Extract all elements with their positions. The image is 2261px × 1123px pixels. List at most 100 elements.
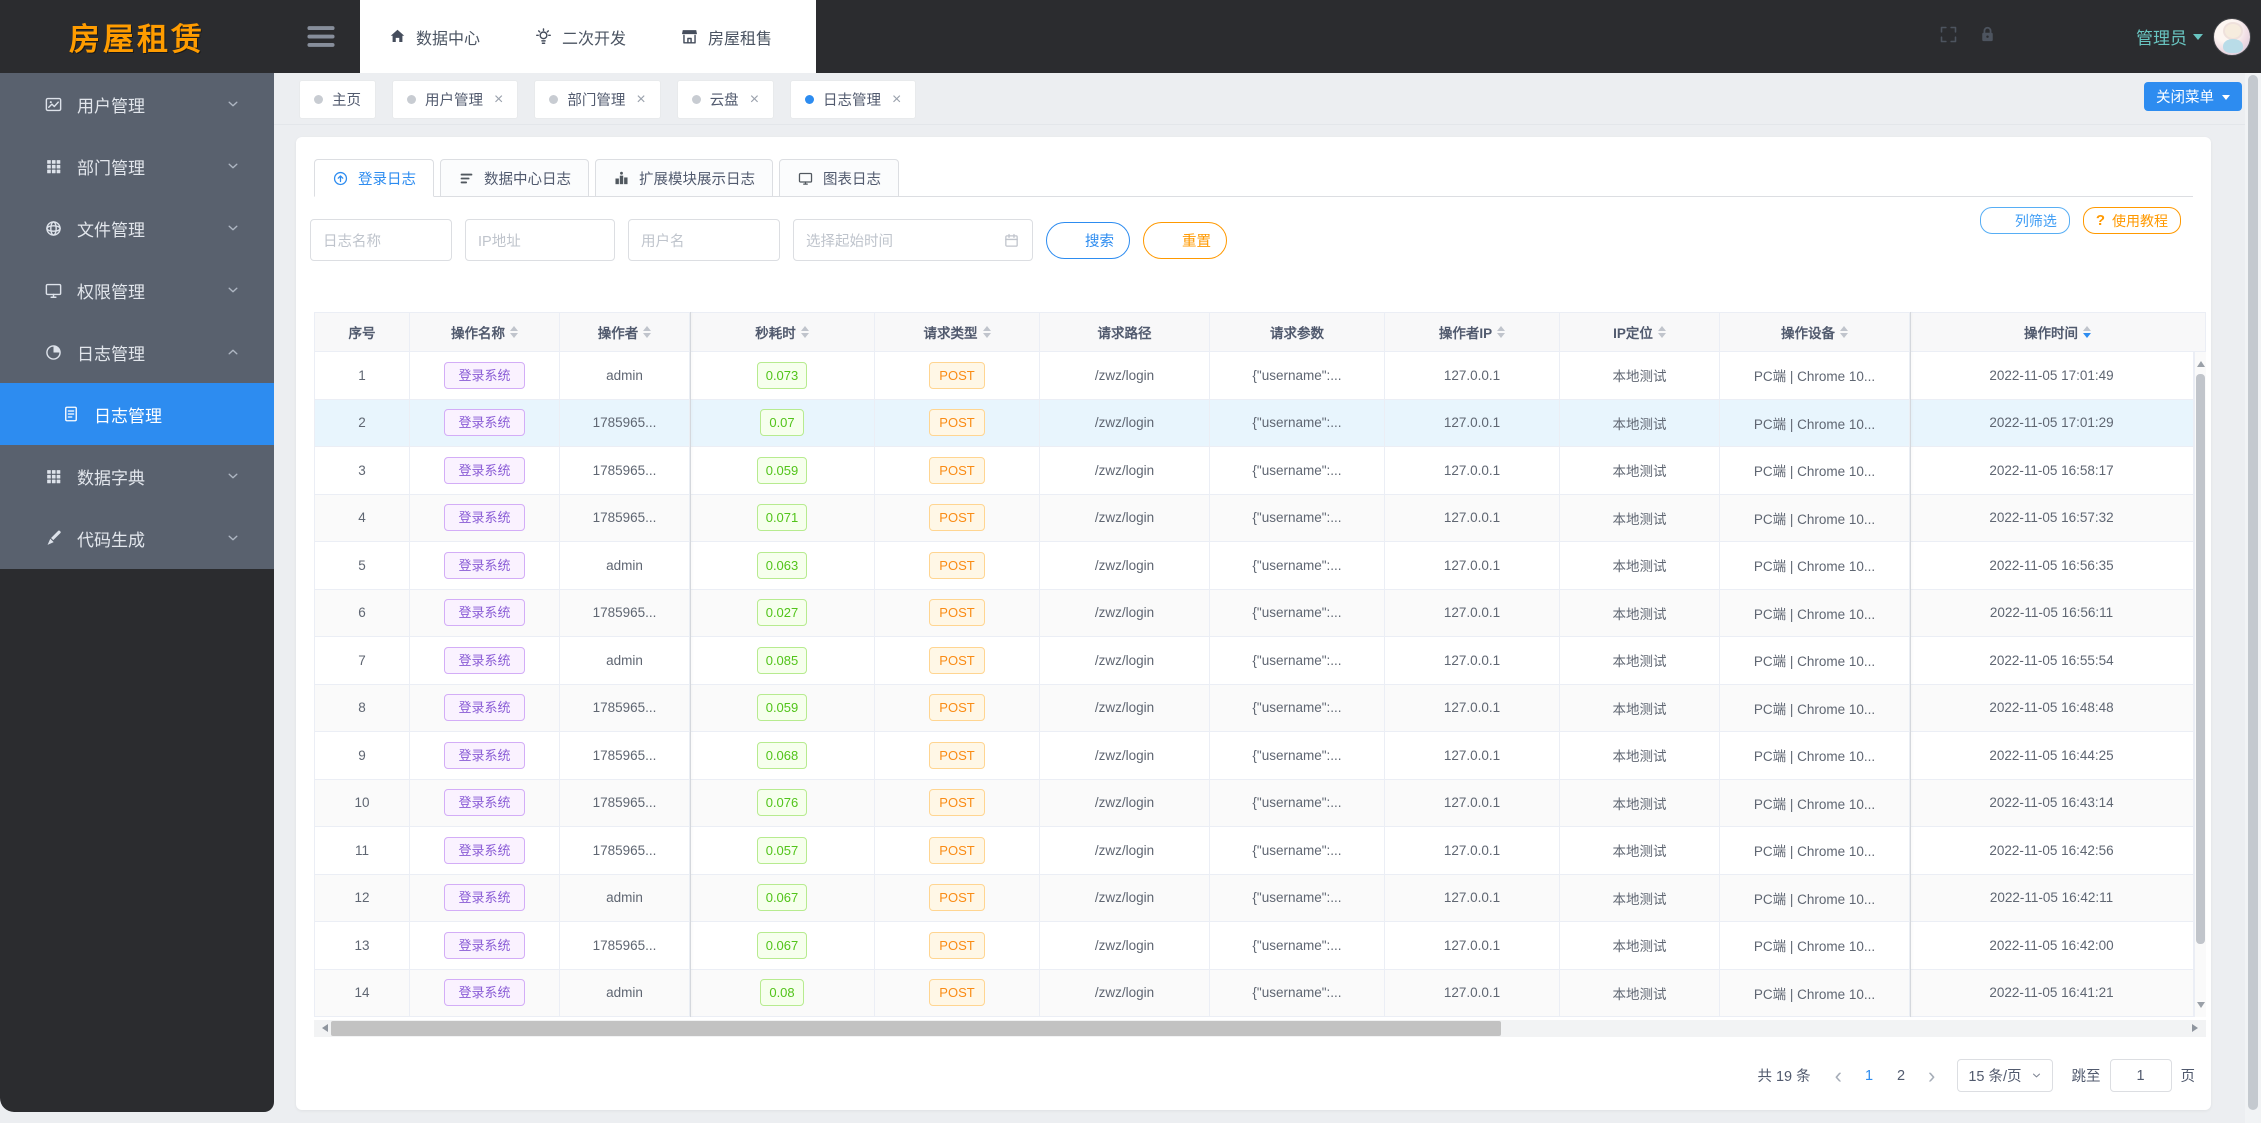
table-row: 14 登录系统 admin 0.08 POST/zwz/login {"username"… — [314, 969, 2206, 1017]
scroll-up-arrow-icon[interactable] — [2197, 357, 2205, 367]
sidebar-item-files[interactable]: 文件管理 — [0, 197, 274, 259]
sidebar-item-permissions[interactable]: 权限管理 — [0, 259, 274, 321]
tab-close-icon[interactable]: × — [750, 91, 759, 109]
pagination-page-2[interactable]: 2 — [1888, 1065, 1914, 1087]
log-tab-chart-log[interactable]: 图表日志 — [779, 159, 899, 197]
cell-seq: 14 — [314, 969, 410, 1016]
column-header-name[interactable]: 操作名称 — [410, 313, 560, 351]
column-header-type[interactable]: 请求类型 — [875, 313, 1040, 351]
chevron-up-icon — [226, 345, 240, 359]
log-tab-module-log[interactable]: 扩展模块展示日志 — [595, 159, 773, 197]
cell-device: PC端 | Chrome 10... — [1720, 922, 1910, 969]
tag-name: 登录系统 — [444, 646, 525, 674]
horizontal-scrollbar-thumb[interactable] — [331, 1021, 1501, 1036]
column-header-location[interactable]: IP定位 — [1560, 313, 1720, 351]
scroll-right-arrow-icon[interactable] — [2192, 1024, 2202, 1032]
sidebar-item-departments[interactable]: 部门管理 — [0, 135, 274, 197]
page-tab-home[interactable]: 主页 — [299, 80, 376, 119]
column-filter-button[interactable]: 列筛选 — [1979, 207, 2070, 234]
cell-seconds: 0.067 — [690, 922, 875, 969]
page-tab-log-mgmt[interactable]: 日志管理 × — [790, 80, 917, 119]
cell-ip: 127.0.0.1 — [1385, 779, 1560, 826]
log-tab-datacenter-log[interactable]: 数据中心日志 — [440, 159, 589, 197]
filter-input-start-time[interactable]: 选择起始时间 — [793, 219, 1033, 261]
sidebar-item-logs[interactable]: 日志管理 — [0, 321, 274, 383]
table-row: 2 登录系统 1785965... 0.07 POST/zwz/login {"usern… — [314, 399, 2206, 447]
log-tab-login-log[interactable]: 登录日志 — [314, 159, 434, 197]
monitor-icon — [44, 281, 63, 300]
pagination-next-icon[interactable]: › — [1923, 1064, 1940, 1086]
page-tab-user-mgmt[interactable]: 用户管理 × — [392, 80, 519, 119]
tag-type: POST — [929, 646, 985, 674]
cell-operator: 1785965... — [560, 684, 690, 731]
sidebar-subitem-log-management[interactable]: 日志管理 — [0, 383, 274, 445]
column-header-ip[interactable]: 操作者IP — [1385, 313, 1560, 351]
cell-device: PC端 | Chrome 10... — [1720, 589, 1910, 636]
table-tools: 列筛选 ? 使用教程 — [1979, 207, 2181, 234]
column-header-time[interactable]: 操作时间 — [1910, 313, 2206, 351]
cell-seconds: 0.076 — [690, 779, 875, 826]
topnav-item-house-sale[interactable]: 房屋租售 — [680, 25, 772, 49]
reset-button[interactable]: 重置 — [1143, 221, 1227, 259]
cell-seconds: 0.027 — [690, 589, 875, 636]
filter-input-username[interactable]: 用户名 — [628, 219, 780, 261]
column-label: IP定位 — [1613, 326, 1653, 341]
cell-ip: 127.0.0.1 — [1385, 922, 1560, 969]
sidebar-item-users[interactable]: 用户管理 — [0, 73, 274, 135]
filter-input-ip-address[interactable]: IP地址 — [465, 219, 615, 261]
tag-seconds: 0.085 — [756, 646, 808, 674]
table-row: 6 登录系统 1785965... 0.027 POST/zwz/login {"user… — [314, 589, 2206, 637]
search-button[interactable]: 搜索 — [1046, 221, 1130, 259]
tutorial-button[interactable]: ? 使用教程 — [2082, 207, 2181, 234]
tab-close-icon[interactable]: × — [892, 91, 901, 109]
content-card: 登录日志 数据中心日志 扩展模块展示日志 图表日志 日志名称 IP地址 用户名 选择起始时间… — [296, 137, 2211, 1110]
cell-ip: 127.0.0.1 — [1385, 589, 1560, 636]
sidebar-item-dictionary[interactable]: 数据字典 — [0, 445, 274, 507]
avatar[interactable] — [2213, 17, 2251, 56]
topnav-item-secondary-dev[interactable]: 二次开发 — [534, 25, 626, 49]
sidebar-item-codegen[interactable]: 代码生成 — [0, 507, 274, 569]
home-icon — [388, 27, 407, 46]
table-row: 12 登录系统 admin 0.067 POST/zwz/login {"username… — [314, 874, 2206, 922]
question-icon: ? — [2095, 212, 2105, 229]
tab-close-icon[interactable]: × — [636, 91, 645, 109]
page-tab-cloud-disk[interactable]: 云盘 × — [676, 80, 775, 119]
cell-params: {"username":... — [1210, 779, 1385, 826]
close-menu-button[interactable]: 关闭菜单 — [2144, 82, 2242, 111]
gear-icon — [1993, 213, 2008, 228]
page-tab-dept-mgmt[interactable]: 部门管理 × — [534, 80, 661, 119]
table-vertical-scrollbar — [2194, 352, 2206, 1017]
cell-type: POST — [875, 874, 1040, 921]
sidebar-item-label: 用户管理 — [77, 96, 145, 116]
pagination-page-1[interactable]: 1 — [1856, 1065, 1882, 1087]
admin-dropdown[interactable]: 管理员 — [2136, 17, 2251, 56]
tag-type: POST — [929, 836, 985, 864]
tab-close-icon[interactable]: × — [494, 91, 503, 109]
page-size-select[interactable]: 15 条/页 — [1957, 1059, 2053, 1092]
topnav-item-data-center[interactable]: 数据中心 — [388, 25, 480, 49]
tag-name: 登录系统 — [444, 931, 525, 959]
filter-input-log-name[interactable]: 日志名称 — [310, 219, 452, 261]
scroll-left-arrow-icon[interactable] — [318, 1024, 328, 1032]
column-header-operator[interactable]: 操作者 — [560, 313, 690, 351]
window-scrollbar-thumb[interactable] — [2248, 75, 2258, 1110]
vertical-scrollbar-thumb[interactable] — [2196, 374, 2205, 944]
calendar-icon — [1003, 232, 1020, 249]
column-label: 操作名称 — [451, 326, 505, 341]
tag-name: 登录系统 — [444, 599, 525, 627]
cell-ip: 127.0.0.1 — [1385, 874, 1560, 921]
tag-name: 登录系统 — [444, 741, 525, 769]
fullscreen-icon[interactable] — [1938, 24, 1959, 50]
cell-operator: 1785965... — [560, 732, 690, 779]
tag-seconds: 0.067 — [756, 931, 808, 959]
hamburger-menu-icon[interactable] — [303, 21, 339, 52]
column-header-seconds[interactable]: 秒耗时 — [690, 313, 875, 351]
pagination-prev-icon[interactable]: ‹ — [1830, 1064, 1847, 1086]
page-tabs: 主页 用户管理 × 部门管理 × 云盘 × 日志管理 × — [299, 80, 917, 119]
jump-page-input[interactable] — [2109, 1059, 2172, 1092]
column-header-device[interactable]: 操作设备 — [1720, 313, 1910, 351]
sidebar-item-label: 日志管理 — [77, 344, 145, 364]
scroll-down-arrow-icon[interactable] — [2197, 1002, 2205, 1012]
cell-name: 登录系统 — [410, 684, 560, 731]
lock-icon[interactable] — [1977, 24, 1998, 50]
